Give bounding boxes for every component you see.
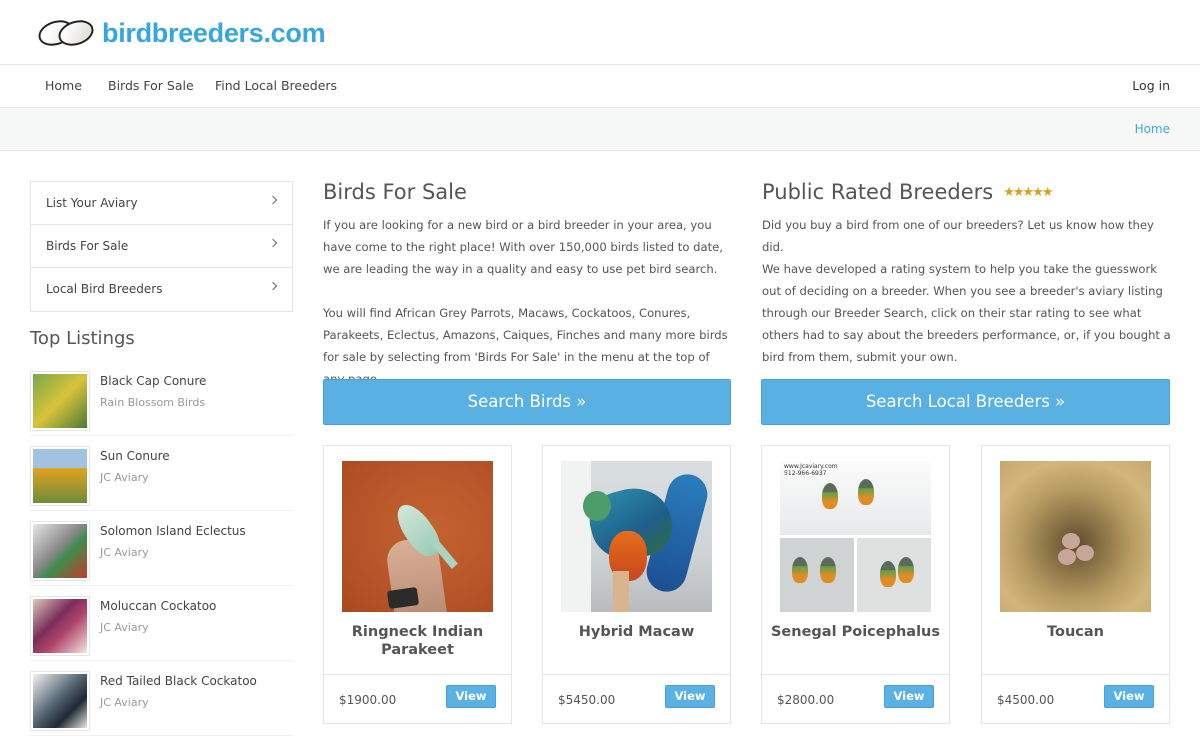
bird-price: $2800.00 xyxy=(777,693,835,707)
five-star-rating-icon: ★★★★★ xyxy=(1003,185,1053,200)
search-local-breeders-button[interactable]: Search Local Breeders » xyxy=(761,379,1170,425)
top-listings: Black Cap Conure Rain Blossom Birds Sun … xyxy=(30,361,293,736)
list-item[interactable]: Red Tailed Black Cockatoo JC Aviary xyxy=(30,661,293,736)
bird-card-title[interactable]: Senegal Poicephalus xyxy=(762,623,949,641)
chevron-right-icon xyxy=(268,281,278,291)
breadcrumb-home[interactable]: Home xyxy=(1135,122,1170,136)
listing-seller: JC Aviary xyxy=(100,471,149,484)
list-item[interactable]: Sun Conure JC Aviary xyxy=(30,436,293,511)
listing-thumbnail[interactable] xyxy=(30,596,90,656)
sidebar-item-label: List Your Aviary xyxy=(46,196,138,210)
listing-seller: JC Aviary xyxy=(100,546,149,559)
top-listings-title: Top Listings xyxy=(30,328,135,349)
public-rated-breeders-title: Public Rated Breeders ★★★★★ xyxy=(762,180,1054,204)
listing-name[interactable]: Moluccan Cockatoo xyxy=(100,599,216,613)
chevron-right-icon xyxy=(268,195,278,205)
view-button[interactable]: View xyxy=(446,685,496,708)
view-button[interactable]: View xyxy=(884,685,934,708)
sidebar-item-label: Birds For Sale xyxy=(46,239,129,253)
sidebar-item-label: Local Bird Breeders xyxy=(46,282,163,296)
bird-card: www.Jcaviary.com 512-966-6937 Senegal Po… xyxy=(761,445,950,724)
listing-name[interactable]: Black Cap Conure xyxy=(100,374,206,388)
bird-card-footer: $4500.00 View xyxy=(982,674,1169,724)
birds-for-sale-title: Birds For Sale xyxy=(323,180,467,204)
breadcrumb-bar: Home xyxy=(0,108,1200,151)
sidebar-menu: List Your Aviary Birds For Sale Local Bi… xyxy=(30,181,293,312)
bird-photo[interactable] xyxy=(561,461,712,612)
chevron-right-icon xyxy=(268,238,278,248)
sidebar-item-local-bird-breeders[interactable]: Local Bird Breeders xyxy=(31,268,292,311)
nav-find-local-breeders[interactable]: Find Local Breeders xyxy=(215,78,337,93)
view-button[interactable]: View xyxy=(665,685,715,708)
bird-card-footer: $2800.00 View xyxy=(762,674,949,724)
nav-birds-for-sale[interactable]: Birds For Sale xyxy=(108,78,194,93)
bird-photo[interactable] xyxy=(1000,461,1151,612)
bird-card: Hybrid Macaw $5450.00 View xyxy=(542,445,731,724)
breeders-intro-paragraph: Did you buy a bird from one of our breed… xyxy=(762,218,1154,254)
bird-card-footer: $1900.00 View xyxy=(324,674,511,724)
listing-thumbnail[interactable] xyxy=(30,521,90,581)
site-header: birdbreeders.com xyxy=(0,0,1200,65)
listing-name[interactable]: Red Tailed Black Cockatoo xyxy=(100,674,257,688)
main-nav: Home Birds For Sale Find Local Breeders … xyxy=(0,65,1200,108)
listing-seller: JC Aviary xyxy=(100,696,149,709)
listing-thumbnail[interactable] xyxy=(30,671,90,731)
photo-caption: www.Jcaviary.com 512-966-6937 xyxy=(784,463,838,477)
listing-name[interactable]: Solomon Island Eclectus xyxy=(100,524,246,538)
listing-seller: Rain Blossom Birds xyxy=(100,396,206,409)
birds-types-paragraph: You will find African Grey Parrots, Maca… xyxy=(323,306,728,386)
bird-card-footer: $5450.00 View xyxy=(543,674,730,724)
site-logo[interactable]: birdbreeders.com xyxy=(35,16,326,50)
logo-text: birdbreeders.com xyxy=(102,17,326,48)
sidebar-item-list-your-aviary[interactable]: List Your Aviary xyxy=(31,182,292,225)
bird-photo[interactable] xyxy=(342,461,493,612)
bird-card-title[interactable]: Hybrid Macaw xyxy=(543,623,730,641)
listing-thumbnail[interactable] xyxy=(30,371,90,431)
listing-seller: JC Aviary xyxy=(100,621,149,634)
listing-thumbnail[interactable] xyxy=(30,446,90,506)
list-item[interactable]: Solomon Island Eclectus JC Aviary xyxy=(30,511,293,586)
list-item[interactable]: Moluccan Cockatoo JC Aviary xyxy=(30,586,293,661)
bird-photo[interactable]: www.Jcaviary.com 512-966-6937 xyxy=(780,461,931,612)
sidebar-item-birds-for-sale[interactable]: Birds For Sale xyxy=(31,225,292,268)
login-link[interactable]: Log in xyxy=(1132,78,1170,93)
search-birds-button[interactable]: Search Birds » xyxy=(323,379,731,425)
nav-home[interactable]: Home xyxy=(45,78,82,93)
breeders-rating-paragraph: We have developed a rating system to hel… xyxy=(762,262,1171,364)
bird-card: Toucan $4500.00 View xyxy=(981,445,1170,724)
bird-card: Ringneck Indian Parakeet $1900.00 View xyxy=(323,445,512,724)
listing-name[interactable]: Sun Conure xyxy=(100,449,170,463)
birds-intro-paragraph: If you are looking for a new bird or a b… xyxy=(323,218,723,276)
list-item[interactable]: Black Cap Conure Rain Blossom Birds xyxy=(30,361,293,436)
breeders-title-text: Public Rated Breeders xyxy=(762,180,994,204)
eggs-logo-icon xyxy=(35,16,97,50)
bird-price: $4500.00 xyxy=(997,693,1055,707)
bird-price: $5450.00 xyxy=(558,693,616,707)
bird-price: $1900.00 xyxy=(339,693,397,707)
view-button[interactable]: View xyxy=(1104,685,1154,708)
bird-card-title[interactable]: Toucan xyxy=(982,623,1169,641)
bird-card-title[interactable]: Ringneck Indian Parakeet xyxy=(324,623,511,659)
